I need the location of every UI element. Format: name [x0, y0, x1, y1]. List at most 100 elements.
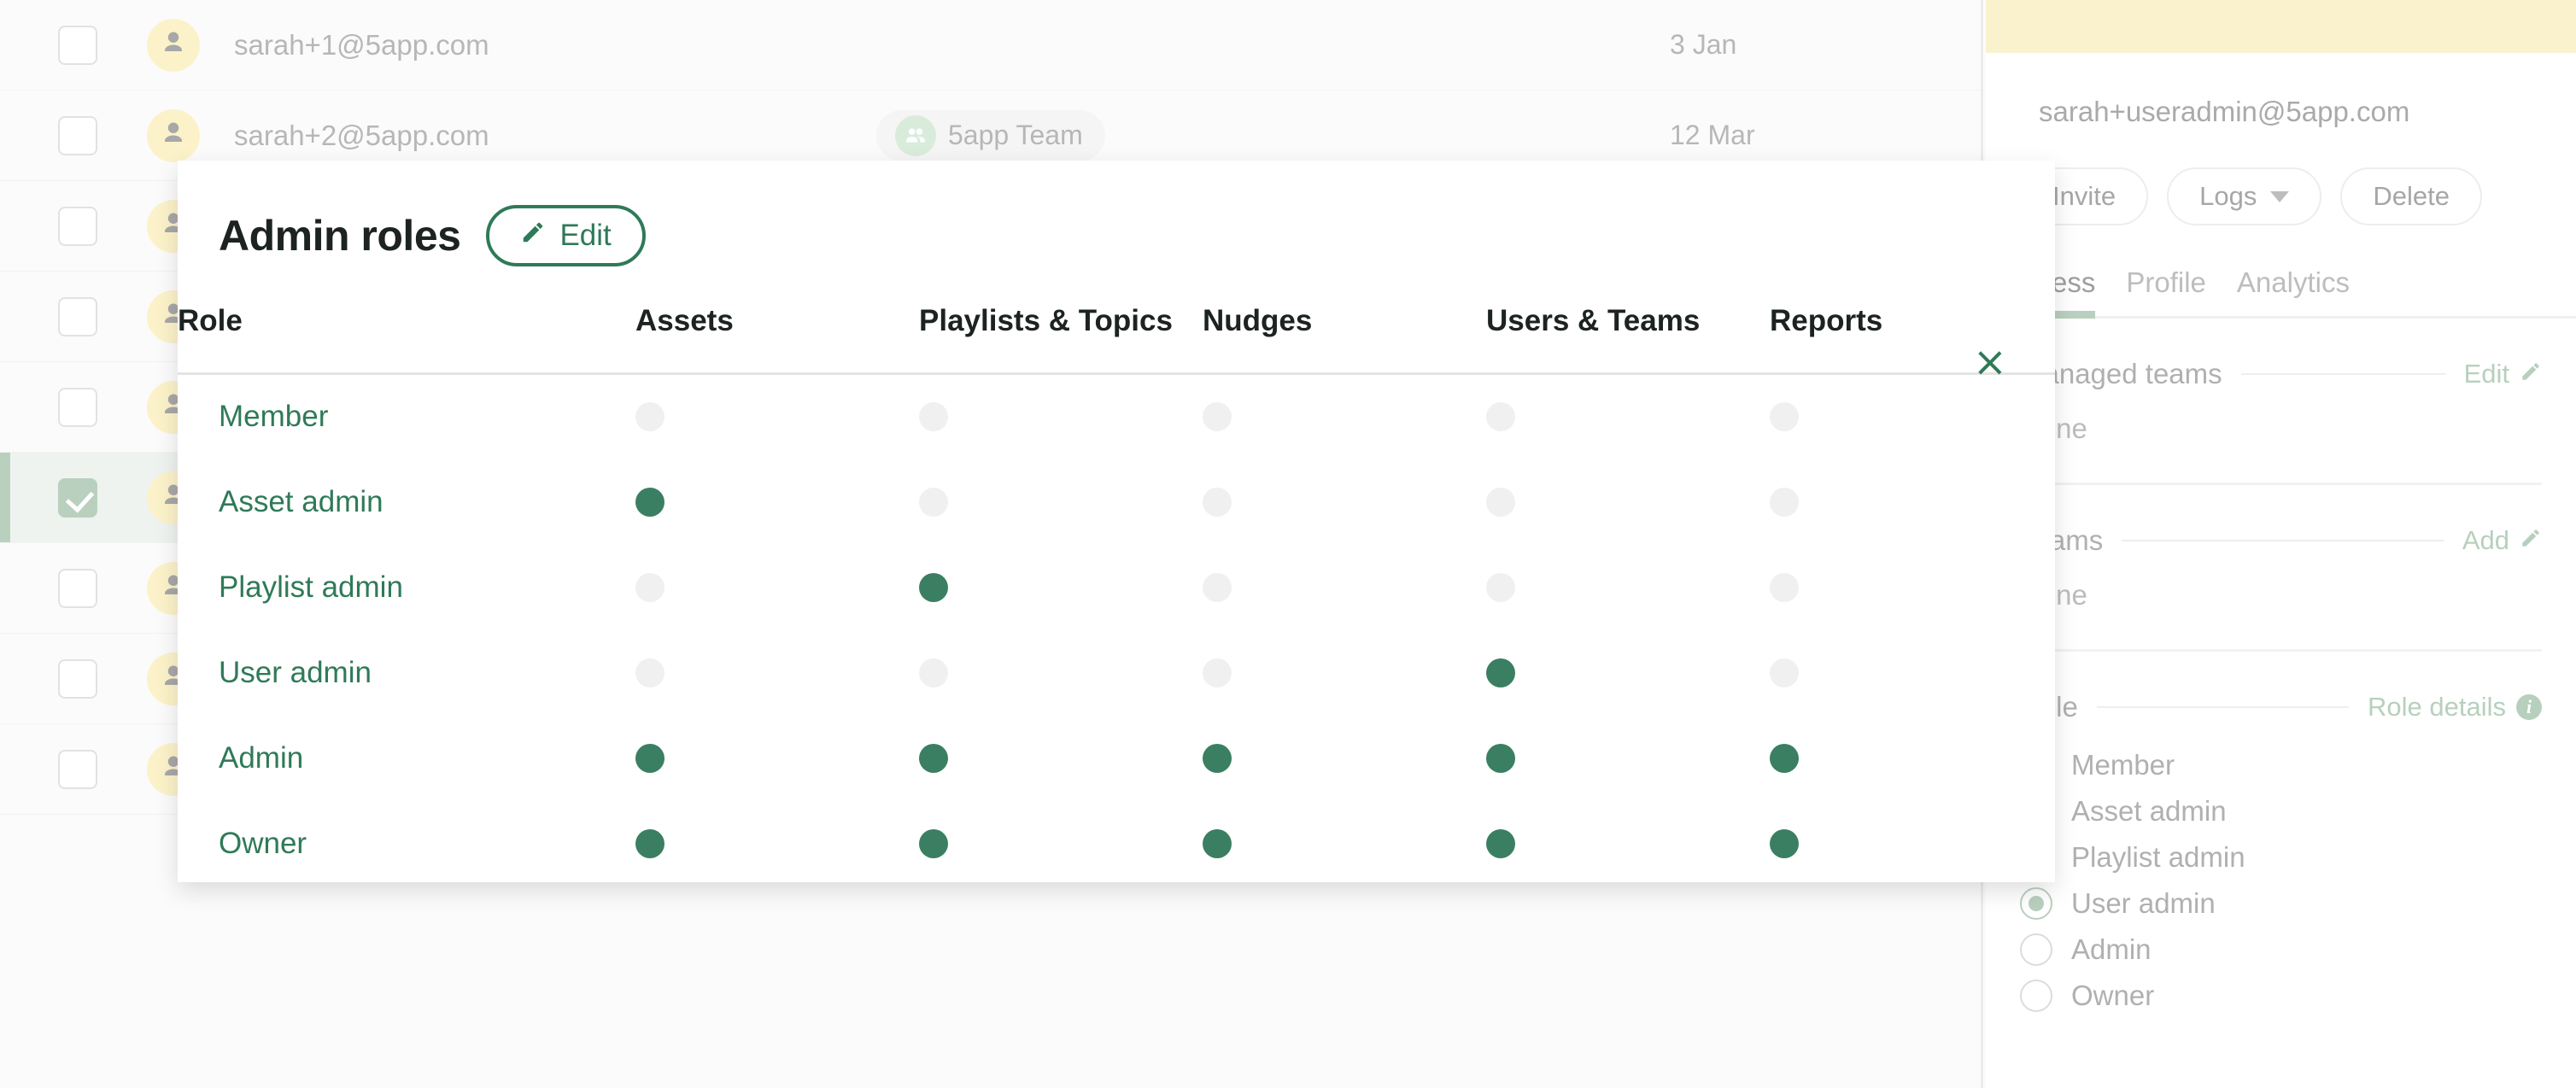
row-checkbox[interactable] [58, 206, 97, 246]
permission-cell-playlists [919, 459, 1203, 545]
table-row[interactable]: sarah+1@5app.com 3 Jan [0, 0, 1981, 91]
permission-dot [1770, 402, 1799, 432]
edit-button[interactable]: Edit [486, 205, 646, 266]
person-icon [161, 30, 186, 60]
permission-cell-reports [1770, 459, 2055, 545]
row-checkbox[interactable] [58, 115, 97, 155]
role-section: RoleRole detailsiMemberAsset adminPlayli… [2020, 652, 2542, 1019]
logs-label: Logs [2199, 181, 2257, 211]
row-date: 3 Jan [1670, 29, 1737, 60]
permission-cell-reports [1770, 374, 2055, 459]
detail-sections: Managed teamsEditNoneTeamsAddNoneRoleRol… [1986, 319, 2576, 1019]
section-action-button[interactable]: Add [2462, 525, 2542, 556]
app-root: sarah+1@5app.com 3 Jan sarah+2@5app.com 5ap… [0, 0, 2576, 1088]
role-option-label: Asset admin [2071, 795, 2227, 827]
admin-roles-modal: Admin roles Edit × Role Assets Playlists &… [178, 161, 2055, 882]
permission-cell-nudges [1203, 374, 1486, 459]
role-option-user-admin[interactable]: User admin [2020, 880, 2542, 927]
role-option-label: User admin [2071, 887, 2216, 919]
role-option-asset-admin[interactable]: Asset admin [2020, 788, 2542, 834]
permission-cell-users [1486, 716, 1770, 801]
row-checkbox[interactable] [58, 25, 97, 65]
row-checkbox[interactable] [58, 477, 97, 518]
info-icon: i [2516, 694, 2542, 720]
permission-dot [919, 658, 948, 687]
divider [2122, 540, 2444, 541]
team-name: 5app Team [948, 120, 1083, 150]
notice-banner [1986, 0, 2576, 53]
permission-dot [919, 402, 948, 432]
tab-analytics[interactable]: Analytics [2237, 266, 2350, 316]
row-accent-bar [0, 453, 10, 542]
permission-cell-assets [635, 716, 919, 801]
permission-cell-nudges [1203, 630, 1486, 716]
permission-cell-playlists [919, 630, 1203, 716]
role-option-label: Owner [2071, 980, 2155, 1011]
role-details-button[interactable]: Role details i [2368, 692, 2542, 722]
role-name-cell: Member [219, 400, 329, 434]
roles-table-body: Member Asset admin Playlist admin User admi… [178, 374, 2055, 886]
radio-button[interactable] [2020, 933, 2052, 966]
role-option-playlist-admin[interactable]: Playlist admin [2020, 834, 2542, 880]
delete-label: Delete [2373, 181, 2450, 211]
role-option-admin[interactable]: Admin [2020, 927, 2542, 973]
section-action-label: Add [2462, 525, 2509, 555]
close-icon[interactable]: × [1973, 342, 2007, 383]
table-row: Asset admin [178, 459, 2055, 545]
logs-button[interactable]: Logs [2167, 167, 2322, 225]
permission-dot [1203, 828, 1232, 858]
section-value: None [2020, 390, 2542, 445]
permission-cell-users [1486, 630, 1770, 716]
permission-cell-playlists [919, 374, 1203, 459]
table-row: User admin [178, 630, 2055, 716]
user-email: sarah+2@5app.com [234, 119, 489, 151]
role-name-cell: Owner [219, 826, 307, 860]
tab-profile[interactable]: Profile [2126, 266, 2206, 316]
row-checkbox[interactable] [58, 296, 97, 336]
permission-cell-playlists [919, 545, 1203, 630]
permission-cell-reports [1770, 545, 2055, 630]
permission-cell-assets [635, 801, 919, 886]
permission-cell-assets [635, 374, 919, 459]
permission-dot [635, 402, 664, 432]
permission-cell-playlists [919, 801, 1203, 886]
pencil-icon [2520, 359, 2542, 389]
role-option-label: Admin [2071, 933, 2152, 965]
role-option-owner[interactable]: Owner [2020, 973, 2542, 1019]
role-option-member[interactable]: Member [2020, 742, 2542, 788]
section-header: RoleRole detailsi [2020, 652, 2542, 723]
radio-button[interactable] [2020, 887, 2052, 920]
row-checkbox[interactable] [58, 387, 97, 427]
permission-cell-nudges [1203, 545, 1486, 630]
permission-cell-assets [635, 545, 919, 630]
row-checkbox[interactable] [58, 658, 97, 699]
row-checkbox[interactable] [58, 568, 97, 608]
detail-action-bar: Invite Logs Delete [1986, 128, 2576, 225]
detail-tabs: AccessProfileAnalytics [2005, 225, 2576, 319]
table-header-row: Role Assets Playlists & Topics Nudges Users … [178, 304, 2055, 375]
user-detail-panel: sarah+useradmin@5app.com Invite Logs Delet… [1986, 0, 2576, 1088]
roles-permission-table: Role Assets Playlists & Topics Nudges Users … [178, 304, 2055, 886]
column-header-assets: Assets [635, 304, 919, 375]
modal-header: Admin roles Edit [178, 161, 2055, 266]
detail-user-email: sarah+useradmin@5app.com [2039, 96, 2410, 127]
radio-button[interactable] [2020, 980, 2052, 1012]
roles-table-head: Role Assets Playlists & Topics Nudges Users … [178, 304, 2055, 375]
role-details-label: Role details [2368, 692, 2506, 722]
detail-section: Managed teamsEditNone [2020, 319, 2542, 485]
permission-cell-playlists [919, 716, 1203, 801]
table-row: Playlist admin [178, 545, 2055, 630]
delete-button[interactable]: Delete [2340, 167, 2482, 225]
section-header: Managed teams Edit [2020, 319, 2542, 390]
row-checkbox[interactable] [58, 749, 97, 789]
permission-dot [1770, 487, 1799, 517]
permission-dot [635, 743, 664, 773]
permission-dot [1486, 402, 1515, 432]
person-icon [161, 120, 186, 150]
permission-cell-users [1486, 801, 1770, 886]
column-header-users-teams: Users & Teams [1486, 304, 1770, 375]
permission-dot [1486, 487, 1515, 517]
table-row: Admin [178, 716, 2055, 801]
section-action-button[interactable]: Edit [2464, 359, 2542, 389]
pencil-icon [520, 219, 546, 253]
